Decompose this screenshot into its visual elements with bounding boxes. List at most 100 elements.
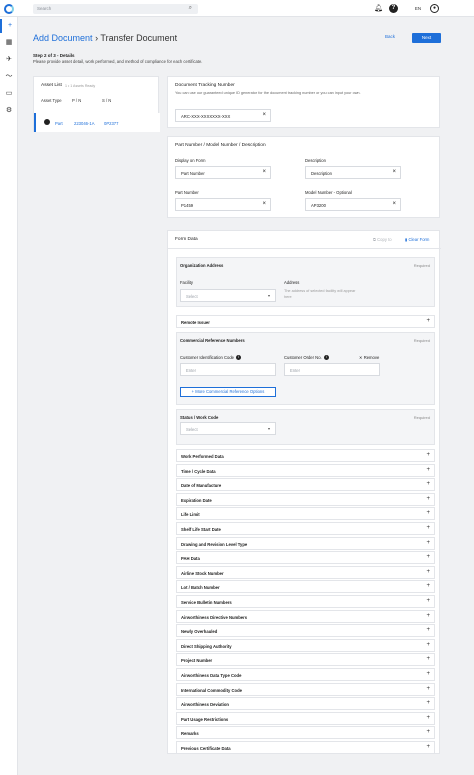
copy-to-button[interactable]: ⧉ Copy to: [373, 237, 392, 242]
customer-id-code-input[interactable]: Enter: [180, 363, 276, 376]
organization-address-title: Organization Address: [180, 263, 224, 268]
clear-icon[interactable]: ×: [392, 201, 396, 207]
section-row-title: Life Limit: [181, 512, 200, 518]
model-number-field[interactable]: AP3200 ×: [305, 198, 401, 211]
sidebar-folder-icon[interactable]: ▭: [0, 87, 18, 101]
plus-icon[interactable]: +: [426, 656, 430, 662]
section-row[interactable]: Airworthiness Data Type Code +: [176, 668, 435, 681]
search-input[interactable]: Search ⌕: [33, 4, 198, 14]
section-row[interactable]: Life Limit +: [176, 507, 435, 521]
section-row[interactable]: Part Usage Restrictions +: [176, 711, 435, 725]
column-asset-type: Asset Type: [41, 98, 62, 103]
info-icon[interactable]: i: [236, 355, 241, 361]
next-button[interactable]: Next: [412, 33, 441, 43]
plus-icon[interactable]: +: [426, 700, 430, 706]
plus-icon[interactable]: +: [426, 583, 430, 589]
breadcrumb-add-document[interactable]: Add Document: [33, 33, 93, 43]
remote-issuer-row[interactable]: Remote Issuer +: [176, 315, 435, 328]
plus-icon[interactable]: +: [426, 686, 430, 692]
asset-row[interactable]: Part 223046-1A 0P2377: [34, 113, 160, 132]
app-logo[interactable]: [4, 4, 14, 14]
clear-icon[interactable]: ×: [262, 169, 266, 175]
commercial-reference-section: Commercial Reference Numbers Required Cu…: [176, 332, 435, 405]
section-row[interactable]: Airworthiness Directive Numbers +: [176, 609, 435, 623]
info-icon[interactable]: i: [323, 355, 329, 361]
customer-order-input[interactable]: Enter: [284, 363, 380, 376]
plus-icon[interactable]: +: [426, 715, 430, 721]
column-pn: P / N: [72, 98, 82, 103]
breadcrumb-separator: ›: [95, 33, 99, 43]
section-row[interactable]: Airworthiness Deviation +: [176, 697, 435, 711]
tracking-description: You can use our guaranteed unique ID gen…: [175, 91, 361, 95]
sidebar-plus-icon[interactable]: +: [0, 19, 18, 33]
plus-icon[interactable]: +: [426, 540, 430, 546]
clear-icon[interactable]: ×: [262, 112, 266, 118]
description-field[interactable]: Description ×: [305, 166, 401, 179]
section-row-title: Airworthiness Directive Numbers: [181, 614, 248, 620]
asset-list-card: Asset List 1 • 1 Assets Ready Asset Type…: [33, 76, 160, 132]
sidebar-activity-icon[interactable]: 〜: [0, 70, 18, 84]
section-row[interactable]: Project Number +: [176, 653, 435, 667]
plus-icon[interactable]: +: [426, 467, 430, 473]
section-row[interactable]: Time / Cycle Data +: [176, 463, 435, 477]
clear-form-button[interactable]: ▮ Clear Form: [405, 237, 429, 242]
plus-icon[interactable]: +: [426, 627, 430, 633]
plus-icon[interactable]: +: [426, 525, 430, 531]
chevron-down-icon: ▾: [267, 426, 270, 431]
plus-icon[interactable]: +: [426, 671, 430, 677]
sidebar-calendar-icon[interactable]: ▦: [0, 36, 18, 50]
status-work-code-select[interactable]: Select ▾: [180, 422, 276, 435]
part-number-value: P1459: [181, 203, 194, 208]
plus-icon[interactable]: +: [426, 569, 430, 575]
sidebar-settings-icon[interactable]: ⚙: [0, 104, 18, 118]
section-row[interactable]: Work Performed Data +: [176, 449, 435, 462]
help-icon[interactable]: ?: [389, 4, 398, 13]
remove-label: Remove: [363, 355, 380, 360]
section-row[interactable]: Date of Manufacture +: [176, 478, 435, 492]
back-button[interactable]: Back: [385, 34, 395, 39]
model-number-label: Model Number - Optional: [305, 190, 352, 195]
section-row-title: Drawing and Revision Level Type: [181, 541, 248, 547]
sidebar-plane-icon[interactable]: ✈: [0, 53, 18, 67]
plus-icon[interactable]: +: [426, 318, 430, 324]
plus-icon[interactable]: +: [426, 642, 430, 648]
section-row-title: Airworthiness Data Type Code: [181, 673, 242, 678]
section-row[interactable]: Lot / Batch Number +: [176, 580, 435, 594]
plus-icon[interactable]: +: [426, 481, 430, 487]
section-row[interactable]: Remarks +: [176, 726, 435, 740]
user-icon[interactable]: ●: [430, 4, 439, 13]
section-row[interactable]: Drawing and Revision Level Type +: [176, 536, 435, 550]
language-selector[interactable]: EN: [408, 4, 428, 13]
plus-icon[interactable]: +: [426, 613, 430, 619]
more-commercial-reference-button[interactable]: + More Commercial Reference Options: [180, 387, 276, 397]
section-row[interactable]: Newly Overhauled +: [176, 624, 435, 638]
plus-icon[interactable]: +: [426, 496, 430, 502]
section-row[interactable]: Service Bulletin Numbers +: [176, 595, 435, 608]
part-number-field[interactable]: P1459 ×: [175, 198, 271, 211]
status-placeholder: Select: [186, 427, 198, 432]
plus-icon[interactable]: +: [426, 452, 430, 458]
plus-icon[interactable]: +: [426, 744, 430, 750]
section-row[interactable]: Previous Certificate Data +: [176, 741, 435, 754]
section-row[interactable]: Expiration Date +: [176, 492, 435, 506]
section-row[interactable]: Airline Stock Number +: [176, 565, 435, 579]
search-icon[interactable]: ⌕: [189, 5, 192, 12]
display-on-form-select[interactable]: Part Number ×: [175, 166, 271, 179]
facility-select[interactable]: Select ▾: [180, 289, 276, 302]
section-row-title: Previous Certificate Data: [181, 746, 231, 751]
section-row[interactable]: PAH Data +: [176, 551, 435, 565]
plus-icon[interactable]: +: [426, 554, 430, 560]
tracking-number-field[interactable]: ARC-XXX-XXXXXXX-XXX ×: [175, 109, 271, 122]
form-data-title: Form Data: [175, 237, 198, 242]
bell-icon[interactable]: 🔔︎: [374, 4, 383, 13]
plus-icon[interactable]: +: [426, 510, 430, 516]
section-row[interactable]: International Commodity Code +: [176, 682, 435, 696]
clear-icon[interactable]: ×: [262, 201, 266, 207]
section-row[interactable]: Direct Shipping Authority +: [176, 638, 435, 652]
plus-icon[interactable]: +: [426, 729, 430, 735]
remove-button[interactable]: ✕ Remove: [359, 355, 379, 360]
section-row[interactable]: Shelf Life Start Date +: [176, 522, 435, 535]
plus-icon[interactable]: +: [426, 598, 430, 604]
tracking-number-card: Document Tracking Number You can use our…: [167, 76, 440, 128]
clear-icon[interactable]: ×: [392, 169, 396, 175]
